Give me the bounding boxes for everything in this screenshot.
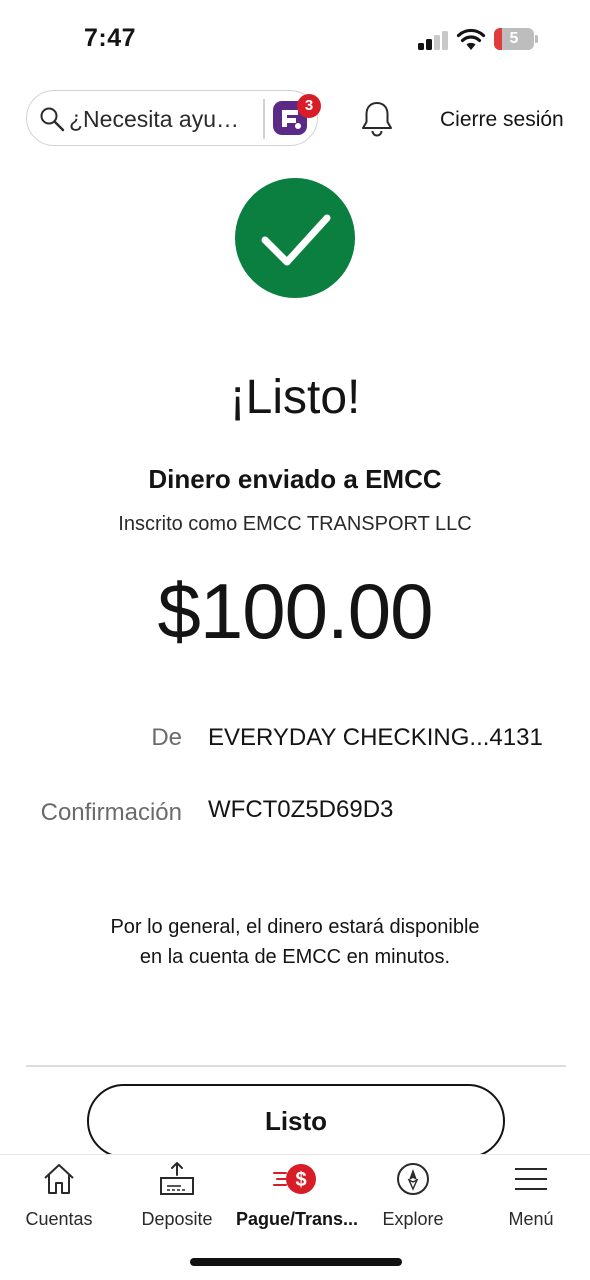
compass-icon xyxy=(397,1163,429,1195)
confirmation-label: Confirmación xyxy=(40,799,182,826)
battery-level: 5 xyxy=(509,30,519,47)
from-label: De xyxy=(151,724,182,751)
enrolled-name: Inscrito como EMCC TRANSPORT LLC xyxy=(118,513,472,535)
deposit-icon xyxy=(160,1162,194,1195)
battery-icon: 5 xyxy=(494,28,538,50)
status-bar: 7:47 5 xyxy=(0,0,590,80)
nav-label: Deposite xyxy=(141,1209,213,1229)
nav-item-deposit[interactable]: Deposite xyxy=(118,1161,236,1241)
search-bar[interactable]: ¿Necesita ayu… 3 xyxy=(26,90,321,146)
notification-badge: 3 xyxy=(297,94,321,118)
pay-transfer-icon: $ xyxy=(273,1164,316,1194)
nav-label: Cuentas xyxy=(25,1209,93,1229)
nav-item-explore[interactable]: Explore xyxy=(354,1161,472,1241)
nav-item-pay-transfer[interactable]: $ Pague/Trans... xyxy=(236,1161,359,1241)
transfer-amount: $100.00 xyxy=(157,567,434,655)
cellular-signal-icon xyxy=(418,30,450,50)
home-icon xyxy=(44,1164,74,1194)
nav-label: Explore xyxy=(382,1209,444,1229)
hamburger-menu-icon xyxy=(515,1168,547,1190)
search-icon xyxy=(40,107,65,132)
nav-item-menu[interactable]: Menú xyxy=(472,1161,590,1241)
wifi-icon xyxy=(456,28,486,50)
nav-label: Menú xyxy=(508,1209,554,1229)
checkmark-icon xyxy=(261,214,331,266)
done-button[interactable]: Listo xyxy=(87,1084,505,1158)
confirmation-number: WFCT0Z5D69D3 xyxy=(208,796,394,823)
nav-item-accounts[interactable]: Cuentas xyxy=(0,1161,118,1241)
logout-link[interactable]: Cierre sesión xyxy=(440,108,564,132)
availability-note: Por lo general, el dinero estará disponi… xyxy=(110,916,480,968)
divider xyxy=(26,1065,566,1067)
from-account-value: EVERYDAY CHECKING...4131 xyxy=(208,724,543,751)
home-indicator xyxy=(190,1258,402,1266)
status-time: 7:47 xyxy=(84,24,137,52)
nav-label: Pague/Trans... xyxy=(236,1209,359,1229)
search-divider xyxy=(263,99,265,139)
page-title: ¡Listo! xyxy=(229,371,361,424)
svg-text:$: $ xyxy=(295,1169,306,1191)
recipient-heading: Dinero enviado a EMCC xyxy=(148,464,442,494)
success-badge xyxy=(235,178,355,298)
search-input[interactable]: ¿Necesita ayu… xyxy=(69,106,239,133)
bell-icon[interactable] xyxy=(360,100,394,138)
